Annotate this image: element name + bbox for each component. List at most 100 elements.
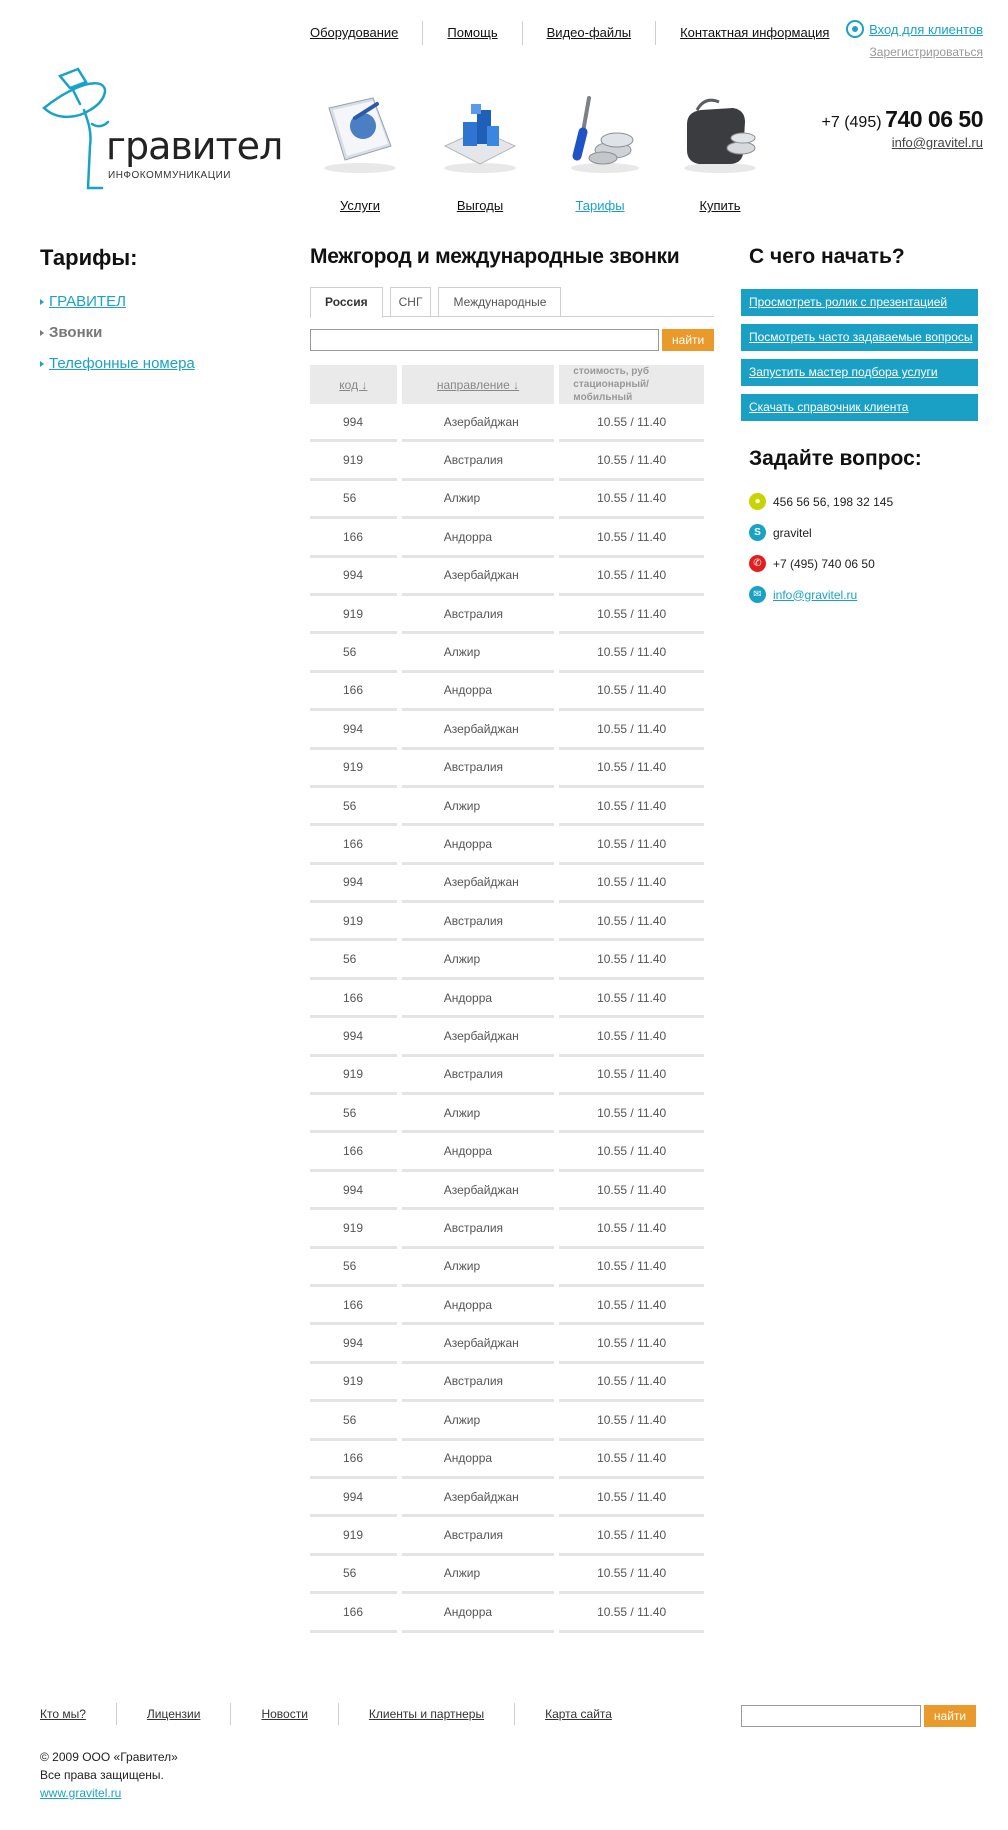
cell-direction: Алжир bbox=[401, 634, 555, 673]
start-link-faq[interactable]: Посмотреть часто задаваемые вопросы bbox=[741, 324, 978, 351]
cell-cost: 10.55 / 11.40 bbox=[559, 1249, 704, 1287]
footer-link-sitemap[interactable]: Карта сайта bbox=[515, 1703, 642, 1725]
start-link-guide[interactable]: Скачать справочник клиента bbox=[741, 394, 978, 421]
menu-item-buy[interactable]: Купить bbox=[660, 88, 780, 213]
cell-direction: Алжир bbox=[401, 1402, 555, 1441]
menu-item-tariffs[interactable]: Тарифы bbox=[540, 88, 660, 213]
cell-code: 166 bbox=[310, 519, 397, 558]
table-row: 166 Андорра 10.55 / 11.40 bbox=[310, 1133, 704, 1172]
register-link[interactable]: Зарегистрироваться bbox=[846, 45, 983, 59]
sidebar-title: Тарифы: bbox=[40, 245, 138, 270]
header-email-link[interactable]: info@gravitel.ru bbox=[822, 135, 983, 150]
table-row: 919 Австралия 10.55 / 11.40 bbox=[310, 903, 704, 942]
sidebar-item-gravitel[interactable]: ГРАВИТЕЛ bbox=[40, 293, 270, 310]
mail-icon: ✉ bbox=[749, 586, 766, 603]
book-icon bbox=[315, 88, 405, 178]
table-row: 166 Андорра 10.55 / 11.40 bbox=[310, 1594, 704, 1633]
cell-cost: 10.55 / 11.40 bbox=[559, 903, 704, 942]
tab-cis[interactable]: СНГ bbox=[389, 287, 432, 316]
header-phone: +7 (495) 740 06 50 bbox=[822, 106, 984, 133]
table-row: 919 Австралия 10.55 / 11.40 bbox=[310, 596, 704, 635]
footer-link-about[interactable]: Кто мы? bbox=[40, 1703, 116, 1725]
phone-number: 740 06 50 bbox=[885, 106, 983, 132]
cell-code: 56 bbox=[310, 1249, 397, 1287]
footer-site-link[interactable]: www.gravitel.ru bbox=[40, 1786, 121, 1800]
rates-table-body: 994 Азербайджан 10.55 / 11.40 919 Австралия 1… bbox=[310, 404, 704, 1633]
region-tabs: Россия СНГ Международные bbox=[310, 287, 714, 318]
cell-code: 994 bbox=[310, 711, 397, 750]
tab-international[interactable]: Международные bbox=[438, 287, 562, 316]
cell-direction: Азербайджан bbox=[401, 1018, 555, 1057]
cell-direction: Алжир bbox=[401, 788, 555, 827]
cell-code: 994 bbox=[310, 558, 397, 596]
table-row: 56 Алжир 10.55 / 11.40 bbox=[310, 481, 704, 520]
start-link-wizard[interactable]: Запустить мастер подбора услуги bbox=[741, 359, 978, 386]
sidebar-link-gravitel[interactable]: ГРАВИТЕЛ bbox=[49, 293, 126, 310]
start-link-video[interactable]: Просмотреть ролик с презентацией bbox=[741, 289, 978, 316]
cell-direction: Азербайджан bbox=[401, 711, 555, 750]
menu-item-services[interactable]: Услуги bbox=[300, 88, 420, 213]
cell-cost: 10.55 / 11.40 bbox=[559, 404, 704, 443]
cell-direction: Андорра bbox=[401, 519, 555, 558]
cell-cost: 10.55 / 11.40 bbox=[559, 1057, 704, 1096]
cell-code: 994 bbox=[310, 1325, 397, 1364]
footer-search-button[interactable]: найти bbox=[924, 1705, 976, 1727]
nav-link-help[interactable]: Помощь bbox=[423, 20, 521, 46]
table-row: 994 Азербайджан 10.55 / 11.40 bbox=[310, 1172, 704, 1211]
footer-link-news[interactable]: Новости bbox=[231, 1703, 337, 1725]
cell-cost: 10.55 / 11.40 bbox=[559, 826, 704, 865]
logo-name: гравител bbox=[106, 124, 283, 168]
sidebar-label-calls: Звонки bbox=[49, 324, 103, 341]
cell-direction: Андорра bbox=[401, 826, 555, 865]
cell-direction: Алжир bbox=[401, 1556, 555, 1595]
nav-link-equipment[interactable]: Оборудование bbox=[300, 20, 422, 46]
rates-search-input[interactable] bbox=[310, 329, 660, 351]
cell-code: 919 bbox=[310, 903, 397, 942]
table-row: 994 Азербайджан 10.55 / 11.40 bbox=[310, 865, 704, 904]
logo[interactable]: гравител ИНФОКОММУНИКАЦИИ bbox=[38, 66, 283, 191]
nav-link-video[interactable]: Видео-файлы bbox=[523, 20, 655, 46]
column-header-code[interactable]: код ↓ bbox=[310, 365, 397, 404]
sidebar-link-numbers[interactable]: Телефонные номера bbox=[49, 355, 195, 372]
cell-code: 56 bbox=[310, 941, 397, 980]
column-header-direction[interactable]: направление ↓ bbox=[401, 365, 555, 404]
cell-cost: 10.55 / 11.40 bbox=[559, 1364, 704, 1403]
cell-direction: Алжир bbox=[401, 1095, 555, 1134]
table-row: 994 Азербайджан 10.55 / 11.40 bbox=[310, 558, 704, 596]
cell-cost: 10.55 / 11.40 bbox=[559, 1402, 704, 1441]
bullet-icon bbox=[40, 298, 44, 305]
table-row: 994 Азербайджан 10.55 / 11.40 bbox=[310, 404, 704, 443]
bullet-icon bbox=[40, 329, 44, 336]
cell-cost: 10.55 / 11.40 bbox=[559, 1441, 704, 1479]
login-link[interactable]: Вход для клиентов bbox=[869, 22, 983, 37]
cell-cost: 10.55 / 11.40 bbox=[559, 519, 704, 558]
cell-code: 56 bbox=[310, 1556, 397, 1595]
footer-link-clients[interactable]: Клиенты и партнеры bbox=[339, 1703, 514, 1725]
tab-russia[interactable]: Россия bbox=[310, 287, 383, 318]
rates-search-button[interactable]: найти bbox=[662, 329, 714, 351]
menu-item-benefits[interactable]: Выгоды bbox=[420, 88, 540, 213]
footer-link-licenses[interactable]: Лицензии bbox=[117, 1703, 231, 1725]
table-row: 166 Андорра 10.55 / 11.40 bbox=[310, 980, 704, 1019]
ask-email-link[interactable]: info@gravitel.ru bbox=[773, 588, 857, 602]
cell-direction: Андорра bbox=[401, 1441, 555, 1479]
sidebar-item-calls: Звонки bbox=[40, 324, 270, 341]
cell-code: 166 bbox=[310, 1441, 397, 1479]
nav-link-contacts[interactable]: Контактная информация bbox=[656, 20, 853, 46]
cell-code: 56 bbox=[310, 634, 397, 673]
table-row: 56 Алжир 10.55 / 11.40 bbox=[310, 941, 704, 980]
cell-direction: Азербайджан bbox=[401, 558, 555, 596]
skype-name: gravitel bbox=[773, 525, 812, 540]
footer-search-input[interactable] bbox=[741, 1705, 921, 1727]
table-row: 56 Алжир 10.55 / 11.40 bbox=[310, 1402, 704, 1441]
ask-skype: S gravitel bbox=[749, 524, 978, 541]
table-row: 919 Австралия 10.55 / 11.40 bbox=[310, 1364, 704, 1403]
cell-cost: 10.55 / 11.40 bbox=[559, 1133, 704, 1172]
cell-code: 56 bbox=[310, 1402, 397, 1441]
cost-header-line2: стационарный/мобильный bbox=[573, 379, 649, 403]
chart-cubes-icon bbox=[435, 88, 525, 178]
cell-direction: Австралия bbox=[401, 442, 555, 481]
table-row: 166 Андорра 10.55 / 11.40 bbox=[310, 1441, 704, 1479]
cell-cost: 10.55 / 11.40 bbox=[559, 1517, 704, 1556]
sidebar-item-numbers[interactable]: Телефонные номера bbox=[40, 355, 270, 372]
